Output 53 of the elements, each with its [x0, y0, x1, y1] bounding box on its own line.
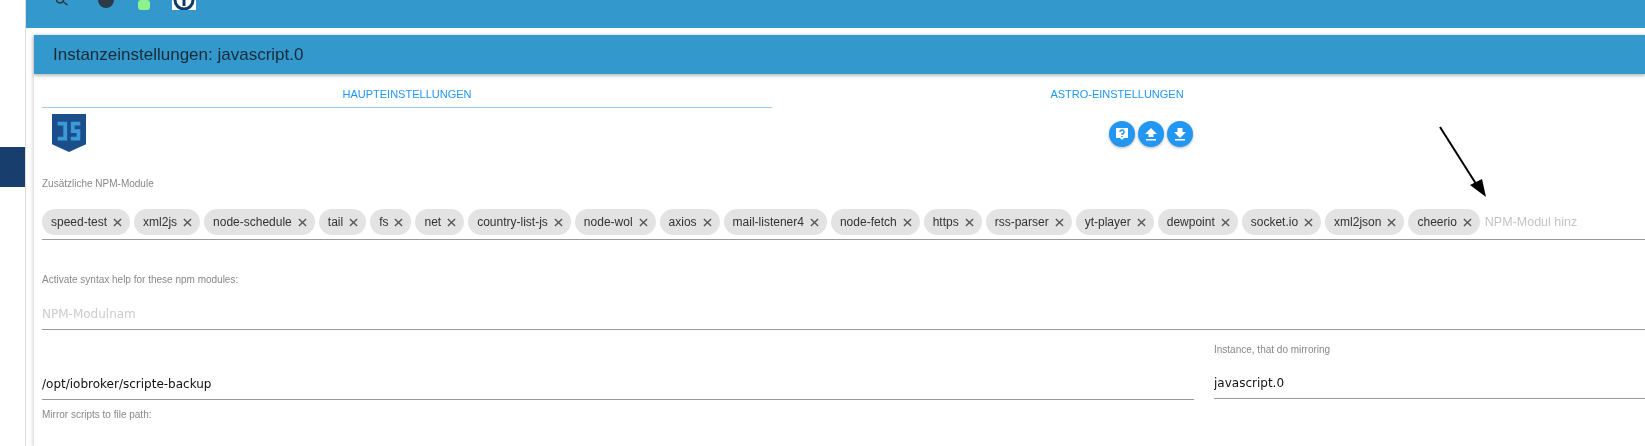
field-label: Zusätzliche NPM-Module: [42, 178, 155, 189]
close-icon[interactable]: [902, 217, 912, 227]
chip-label: https: [932, 215, 959, 229]
close-icon[interactable]: [702, 217, 712, 227]
close-icon[interactable]: [1462, 217, 1472, 227]
close-icon[interactable]: [394, 217, 404, 227]
chip-label: mail-listener4: [732, 215, 804, 229]
close-icon[interactable]: [297, 217, 307, 227]
close-icon[interactable]: [553, 217, 563, 227]
chip-label: axios: [668, 215, 697, 229]
upload-icon: [1144, 127, 1158, 141]
download-icon: [1173, 127, 1187, 141]
field-label: Mirror scripts to file path:: [42, 409, 153, 420]
chip-label: yt-player: [1084, 215, 1131, 229]
chip-label: xml2json: [1334, 215, 1382, 229]
close-icon[interactable]: [1220, 217, 1230, 227]
chip-label: socket.io: [1250, 215, 1299, 229]
field-label: Activate syntax help for these npm modules:: [42, 274, 240, 285]
close-icon[interactable]: [183, 217, 193, 227]
javascript-logo-icon: [52, 113, 86, 153]
chip-label: tail: [327, 215, 344, 229]
help-button[interactable]: [1109, 121, 1135, 147]
chip-label: node-wol: [583, 215, 633, 229]
close-icon[interactable]: [349, 217, 359, 227]
chip-label: net: [424, 215, 442, 229]
download-button[interactable]: [1167, 121, 1193, 147]
chip-label: cheerio: [1417, 215, 1457, 229]
upload-button[interactable]: [1138, 121, 1164, 147]
close-icon[interactable]: [1054, 217, 1064, 227]
input-field[interactable]: /opt/iobroker/scripte-backup: [42, 377, 1194, 400]
chip-label: node-fetch: [839, 215, 897, 229]
close-icon[interactable]: [447, 217, 457, 227]
close-icon[interactable]: [809, 217, 819, 227]
chip-label: country-list-js: [477, 215, 548, 229]
logo-icon[interactable]: [172, 0, 196, 10]
close-icon[interactable]: [113, 217, 123, 227]
close-icon[interactable]: [638, 217, 648, 227]
field-label: Instance, that do mirroring: [1214, 344, 1332, 355]
chip-label: speed-test: [51, 215, 108, 229]
close-icon[interactable]: [1387, 217, 1397, 227]
chip-label: rss-parser: [994, 215, 1049, 229]
chip-label: dewpoint: [1166, 215, 1215, 229]
chip-label: xml2js: [143, 215, 178, 229]
input-placeholder: NPM-Modul hinz: [1483, 215, 1578, 229]
close-icon[interactable]: [1304, 217, 1314, 227]
chip-label: fs: [379, 215, 389, 229]
input-field[interactable]: javascript.0: [1214, 376, 1645, 399]
help-icon: [1115, 127, 1129, 141]
close-icon[interactable]: [1136, 217, 1146, 227]
chip-label: node-schedule: [213, 215, 292, 229]
chip-input-field[interactable]: speed-test xml2js node-schedule tail fs net country-list-js node-wol axios mail-listener4 node-fetch https rss-parser yt-player dewpoint socket.io xml2json cheerio NPM-Modul hinz: [42, 209, 1645, 240]
dialog-title: Instanzeinstellungen: javascript.0: [53, 44, 304, 65]
close-icon[interactable]: [964, 217, 974, 227]
